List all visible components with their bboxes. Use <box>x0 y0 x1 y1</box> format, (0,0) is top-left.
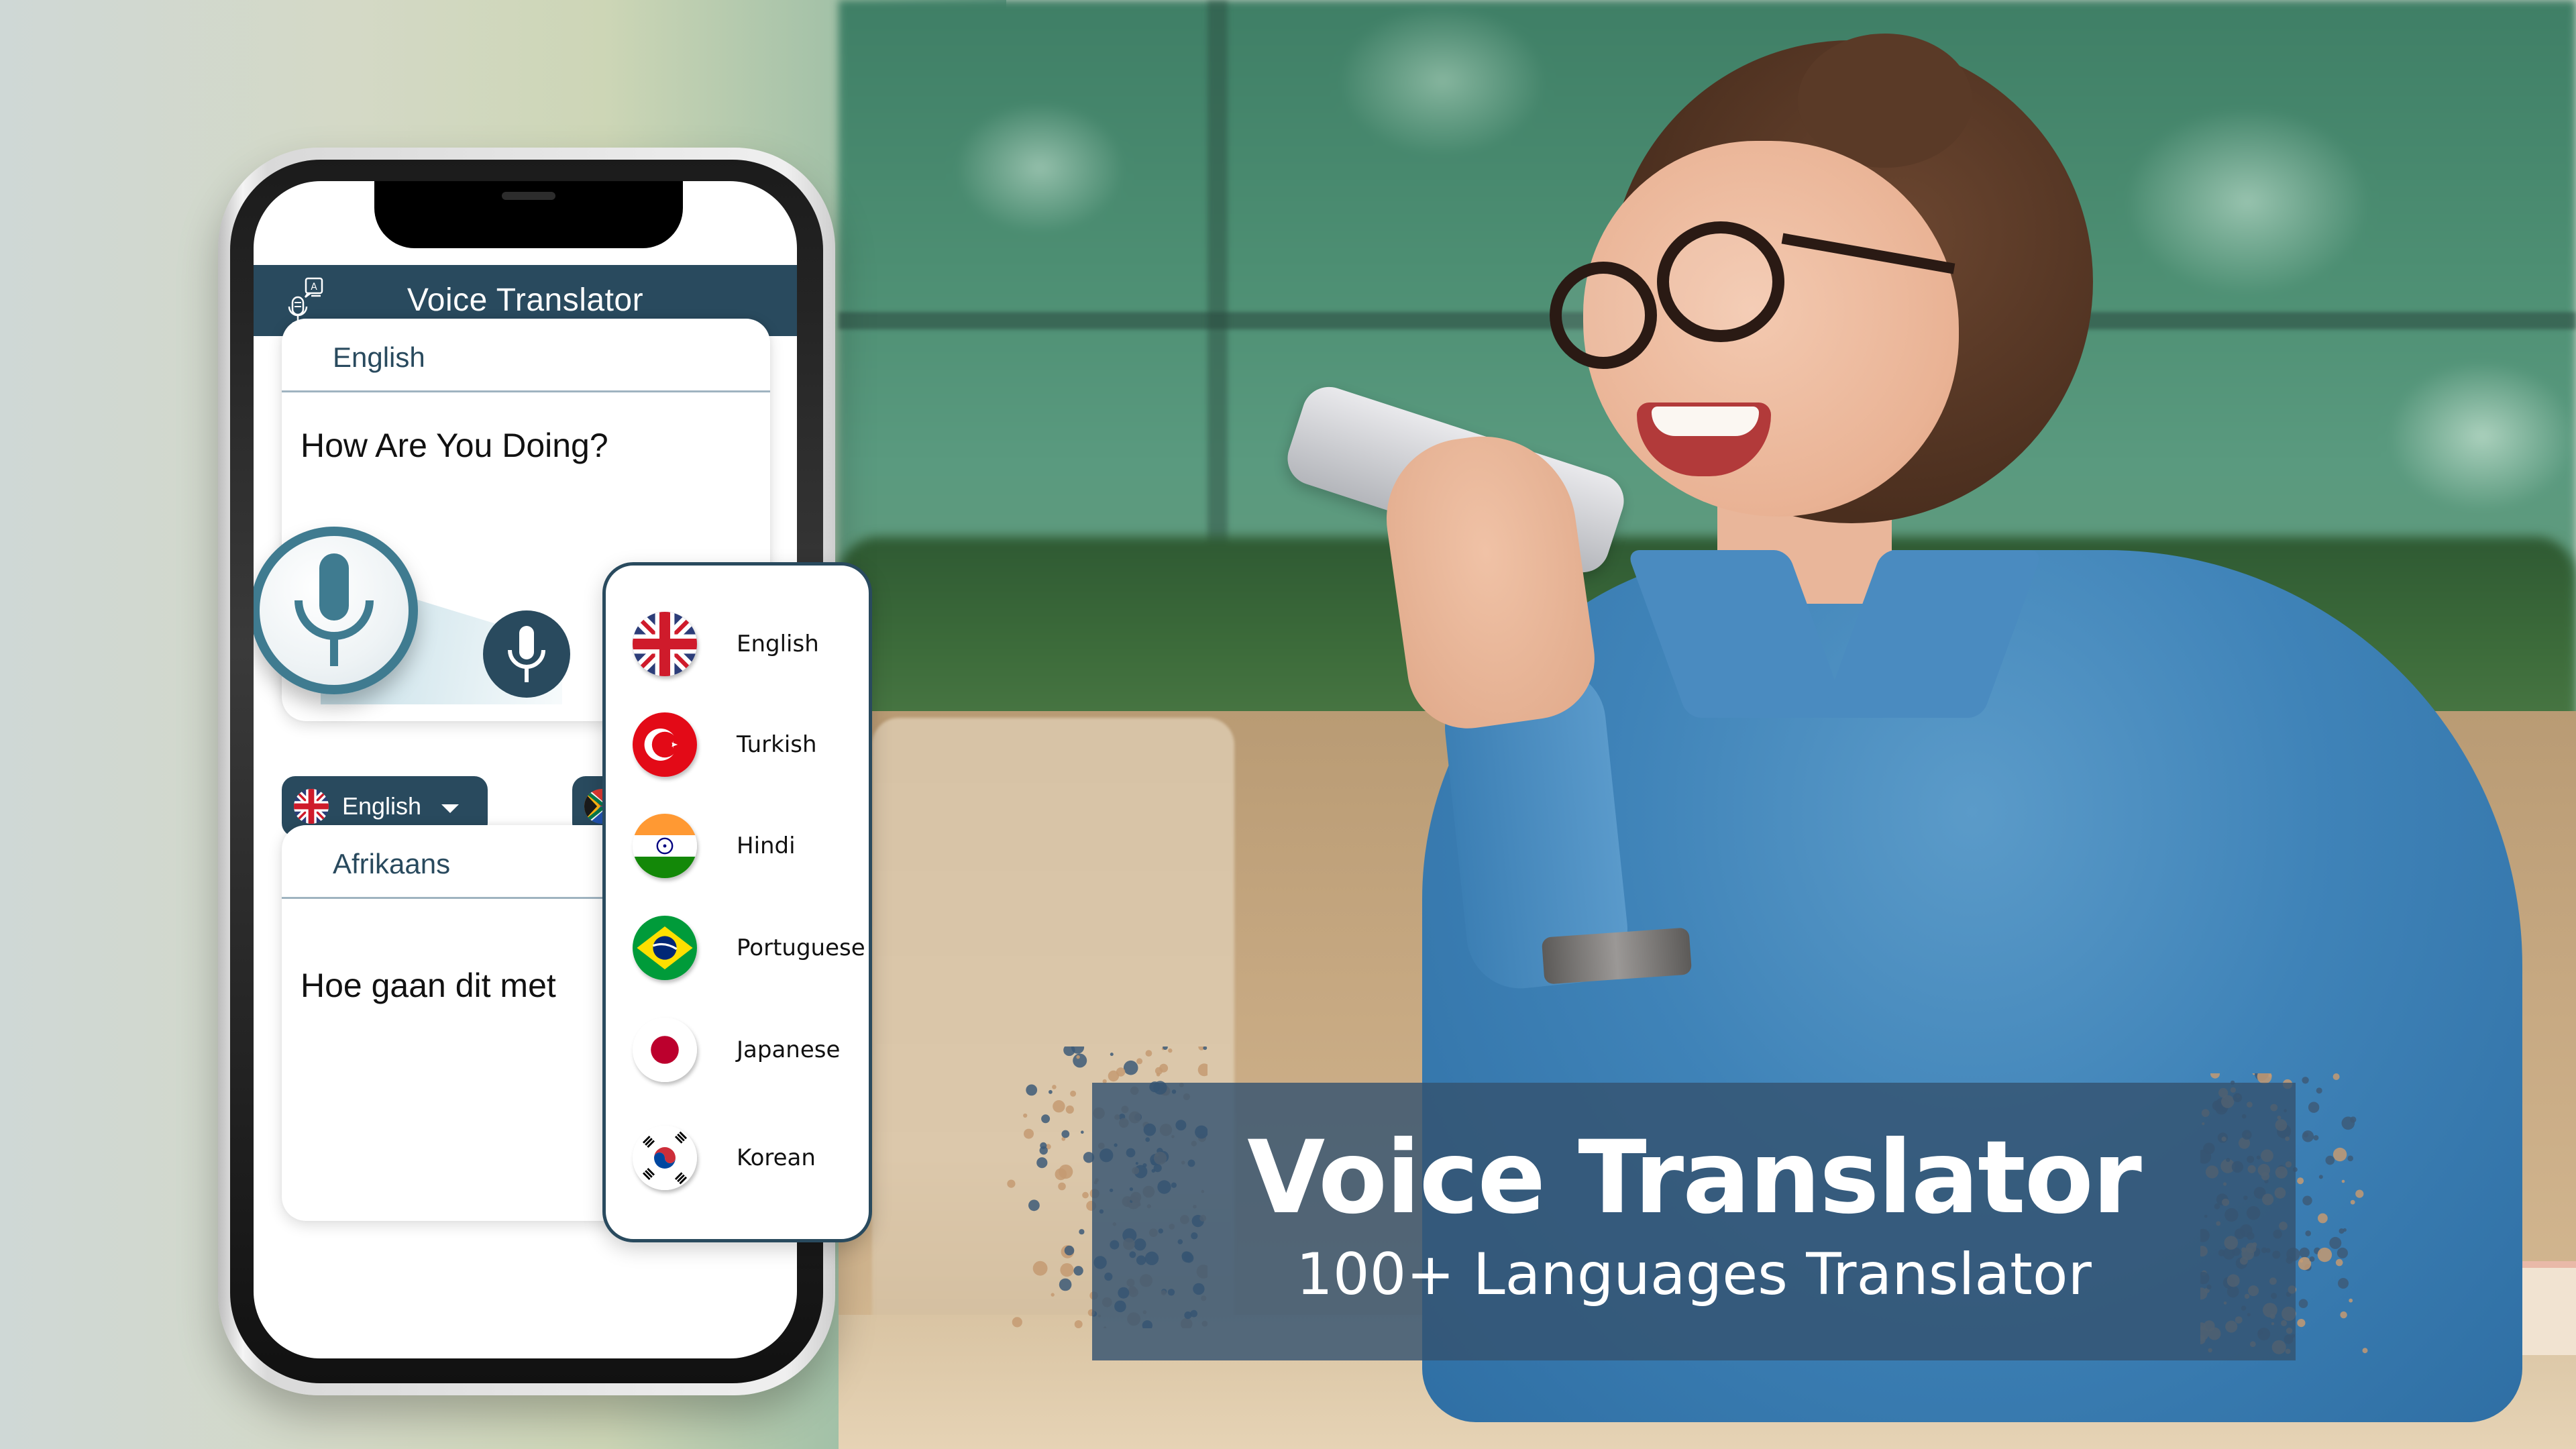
translated-text: Hoe gaan dit met <box>301 967 556 1004</box>
window-frame <box>839 312 2576 329</box>
uk-flag-icon <box>633 612 697 676</box>
language-option-hindi[interactable]: Hindi <box>606 809 869 883</box>
language-option-english[interactable]: English <box>606 607 869 681</box>
promo-banner: Voice Translator 100+ Languages Translat… <box>1092 1083 2296 1360</box>
mic-magnified-callout <box>254 527 418 694</box>
language-option-label: Portuguese <box>737 934 865 961</box>
microphone-icon <box>294 553 374 666</box>
language-option-korean[interactable]: Korean <box>606 1121 869 1195</box>
earpiece-speaker <box>502 192 555 200</box>
brazil-flag-icon <box>633 916 697 980</box>
japan-flag-icon <box>633 1018 697 1082</box>
microphone-button[interactable] <box>483 610 570 698</box>
india-flag-icon <box>633 814 697 878</box>
korea-flag-icon <box>633 1126 697 1190</box>
language-option-turkish[interactable]: Turkish <box>606 708 869 782</box>
notebook <box>2308 1261 2576 1355</box>
turkey-flag-icon <box>633 712 697 777</box>
language-option-japanese[interactable]: Japanese <box>606 1013 869 1087</box>
banner-subtitle: 100+ Languages Translator <box>1296 1241 2092 1308</box>
source-language-chip-label: English <box>342 792 422 820</box>
uk-flag-icon <box>294 789 329 824</box>
language-option-label: Korean <box>737 1144 816 1171</box>
language-option-portuguese[interactable]: Portuguese <box>606 911 869 985</box>
language-dropdown: English Turkish Hindi Portuguese Japanes… <box>602 562 872 1242</box>
language-option-label: English <box>737 631 819 657</box>
banner-title: Voice Translator <box>1247 1120 2142 1236</box>
chevron-down-icon <box>441 804 460 813</box>
source-text-input[interactable]: How Are You Doing? <box>301 426 608 465</box>
source-language-label: English <box>333 341 425 373</box>
phone-notch <box>374 181 683 248</box>
language-option-label: Hindi <box>737 833 796 859</box>
language-option-label: Japanese <box>737 1036 841 1063</box>
target-language-label: Afrikaans <box>333 848 451 879</box>
card-divider <box>282 390 770 392</box>
microphone-icon <box>508 626 545 682</box>
language-option-label: Turkish <box>737 731 817 758</box>
